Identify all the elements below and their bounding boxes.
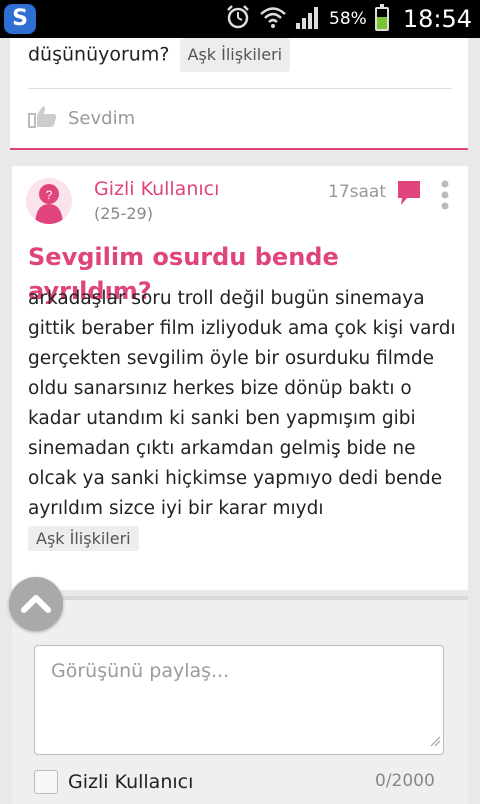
chevron-up-icon xyxy=(21,595,51,613)
wifi-icon xyxy=(259,5,287,33)
thumbs-up-icon xyxy=(28,104,58,133)
author-age-range: (25-29) xyxy=(94,204,153,223)
female-user-icon: ? xyxy=(35,184,63,224)
divider xyxy=(28,88,452,89)
signal-icon xyxy=(295,5,321,33)
like-button[interactable]: Sevdim xyxy=(28,104,135,133)
avatar[interactable]: ? xyxy=(26,178,72,224)
character-counter: 0/2000 xyxy=(375,771,435,791)
status-indicators: 58% 18:54 xyxy=(225,0,472,38)
status-bar: S 58% 18:54 xyxy=(0,0,480,38)
app-notification-icon: S xyxy=(4,4,36,34)
post-time: 17saat xyxy=(328,182,386,202)
question-body: arkadaşlar soru troll değil bugün sinema… xyxy=(28,288,456,519)
clock: 18:54 xyxy=(402,5,472,33)
comment-input[interactable]: Görüşünü paylaş... xyxy=(34,645,444,755)
author-name[interactable]: Gizli Kullanıcı xyxy=(94,178,219,200)
comment-bubble-icon[interactable] xyxy=(397,180,421,210)
anonymous-label: Gizli Kullanıcı xyxy=(68,771,194,793)
svg-text:?: ? xyxy=(46,188,53,202)
battery-percentage: 58% xyxy=(329,9,367,29)
question-tag[interactable]: Aşk İlişkileri xyxy=(28,526,139,551)
resize-handle-icon[interactable] xyxy=(429,730,441,752)
previous-post-text-end: düşünüyorum? xyxy=(28,43,170,66)
previous-post-tag[interactable]: Aşk İlişkileri xyxy=(179,38,291,72)
more-options-icon[interactable] xyxy=(440,180,450,216)
question-card: ? Gizli Kullanıcı (25-29) 17saat Sevgili… xyxy=(12,166,468,590)
comment-placeholder: Görüşünü paylaş... xyxy=(51,660,230,682)
scroll-to-top-button[interactable] xyxy=(9,577,63,631)
anonymous-toggle[interactable]: Gizli Kullanıcı xyxy=(34,770,193,794)
previous-post-card: düşünüyorum? Aşk İlişkileri Sevdim xyxy=(10,38,468,150)
previous-post-text: düşünüyorum? Aşk İlişkileri xyxy=(28,38,291,72)
alarm-icon xyxy=(225,4,251,34)
like-label: Sevdim xyxy=(68,108,136,129)
battery-icon xyxy=(374,4,389,31)
anonymous-checkbox[interactable] xyxy=(34,770,58,794)
